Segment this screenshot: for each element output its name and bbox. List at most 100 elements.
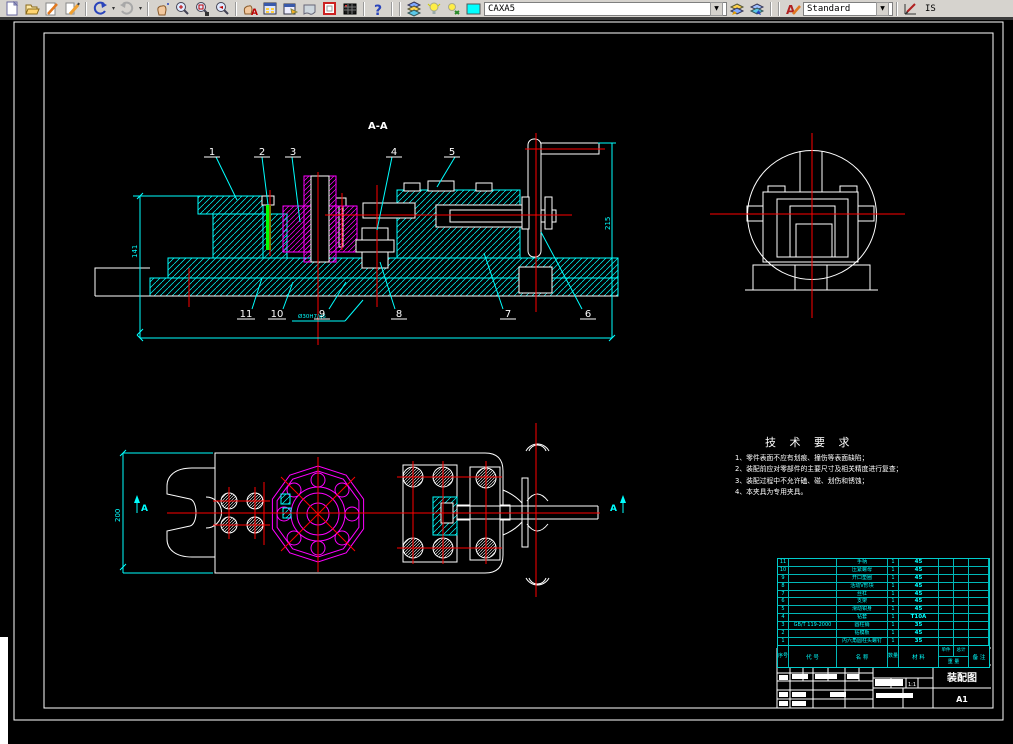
plot-button[interactable] [42, 1, 62, 17]
new-layer-button[interactable] [727, 1, 747, 17]
bom-header-name: 名 称 [837, 646, 888, 667]
new-file-button[interactable] [2, 1, 22, 17]
bom-cell-note [969, 614, 989, 622]
bom-cell-no: 9 [778, 575, 789, 583]
bom-cell-name: 滑动钳身 [837, 606, 888, 614]
current-color-button[interactable] [464, 1, 484, 17]
bom-cell-note [969, 575, 989, 583]
bom-cell-qty: 1 [888, 559, 899, 567]
bom-cell-code [789, 567, 837, 575]
balloon-11: 11 [240, 309, 253, 320]
layer-dialog-button[interactable] [260, 1, 280, 17]
bom-cell-code: GB/T 119-2000 [789, 622, 837, 630]
toolbar-separator [399, 2, 401, 16]
bom-header-no: 序号 [778, 646, 789, 667]
tech-requirement-item: 3、装配过程中不允许磕、碰、划伤和锈蚀； [735, 476, 975, 487]
show-all-button[interactable]: A [240, 1, 260, 17]
bom-cell-unit [939, 614, 954, 622]
zoom-window-button[interactable] [192, 1, 212, 17]
edit-sheet-button[interactable] [62, 1, 82, 17]
bom-cell-unit [939, 622, 954, 630]
undo-dropdown[interactable]: ▾ [110, 5, 117, 12]
svg-text:A: A [251, 8, 258, 17]
bom-cell-material: 45 [899, 583, 939, 591]
help-icon: ? [370, 1, 386, 17]
balloon-3: 3 [290, 147, 296, 158]
bom-cell-name: 开口垫圈 [837, 575, 888, 583]
layer-combo[interactable]: CAXA5 ▼ [484, 2, 727, 16]
drawing-canvas[interactable]: A-A [0, 20, 1013, 724]
window-edge [0, 637, 8, 744]
layer-settings-button[interactable] [747, 1, 767, 17]
main-section-view: A-A [95, 121, 618, 345]
layer-new-icon [729, 1, 745, 17]
help-button[interactable]: ? [368, 1, 388, 17]
toolbar-separator [363, 2, 365, 16]
bulb-plug-icon [446, 1, 462, 17]
bom-cell-no: 11 [778, 559, 789, 567]
balloon-5: 5 [449, 147, 455, 158]
text-style-combo[interactable]: Standard ▼ [803, 2, 893, 16]
zoom-previous-icon [214, 1, 230, 17]
bom-cell-note [969, 559, 989, 567]
text-style-button[interactable]: A [783, 1, 803, 17]
bom-cell-qty: 1 [888, 630, 899, 638]
bom-cell-no: 2 [778, 630, 789, 638]
bom-cell-name: 钻模板 [837, 630, 888, 638]
layer-off-button[interactable] [444, 1, 464, 17]
bom-header-note: 备 注 [969, 646, 989, 667]
window-show-button[interactable] [280, 1, 300, 17]
bom-cell-total [954, 598, 969, 606]
bom-cell-total [954, 630, 969, 638]
bom-cell-total [954, 606, 969, 614]
balloon-4: 4 [391, 147, 397, 158]
zoom-in-button[interactable] [172, 1, 192, 17]
balloon-7: 7 [505, 309, 511, 320]
table-button[interactable] [340, 1, 360, 17]
balloon-10: 10 [271, 309, 284, 320]
bom-cell-no: 8 [778, 583, 789, 591]
pan-button[interactable] [152, 1, 172, 17]
bom-cell-unit [939, 591, 954, 599]
dim-plan-width: 200 [114, 509, 122, 522]
bom-cell-code [789, 614, 837, 622]
toolbar: ▾ ▾ A ? CAXA5 ▼ A Standard ▼ IS [0, 0, 1013, 17]
dim-style-button[interactable] [901, 1, 921, 17]
sheet-button[interactable] [300, 1, 320, 17]
bom-cell-name: 丝杠 [837, 591, 888, 599]
bom-cell-material: 45 [899, 606, 939, 614]
zoom-out-button[interactable] [212, 1, 232, 17]
bom-cell-qty: 1 [888, 567, 899, 575]
bom-cell-code [789, 598, 837, 606]
zoom-in-icon [174, 1, 190, 17]
frame-button[interactable] [320, 1, 340, 17]
layer-on-button[interactable] [424, 1, 444, 17]
bom-cell-total [954, 559, 969, 567]
toolbar-separator [896, 2, 898, 16]
section-marker-left: A [134, 495, 148, 514]
balloon-6: 6 [585, 309, 591, 320]
centerlines-plan [167, 423, 600, 597]
redo-dropdown[interactable]: ▾ [137, 5, 144, 12]
chevron-down-icon[interactable]: ▼ [876, 2, 889, 16]
bom-cell-note [969, 630, 989, 638]
application-window: { "toolbar": { "layer_combo": "CAXA5", "… [0, 0, 1013, 724]
layer-arrow-icon [749, 1, 765, 17]
bom-cell-no: 5 [778, 606, 789, 614]
bulb-on-icon [426, 1, 442, 17]
bom-cell-total [954, 575, 969, 583]
bom-cell-note [969, 591, 989, 599]
tech-requirement-item: 2、装配前应对零部件的主要尺寸及相关精度进行复查； [735, 464, 975, 475]
bom-cell-total [954, 583, 969, 591]
open-file-button[interactable] [22, 1, 42, 17]
open-folder-icon [24, 1, 40, 17]
bom-cell-material: 45 [899, 591, 939, 599]
layers-button[interactable] [404, 1, 424, 17]
bom-header-code: 代 号 [789, 646, 837, 667]
undo-button[interactable] [90, 1, 110, 17]
layer-combo-value: CAXA5 [488, 4, 707, 14]
bom-cell-code [789, 591, 837, 599]
redo-button[interactable] [117, 1, 137, 17]
bom-cell-name: 圆柱销 [837, 622, 888, 630]
chevron-down-icon[interactable]: ▼ [710, 2, 723, 16]
